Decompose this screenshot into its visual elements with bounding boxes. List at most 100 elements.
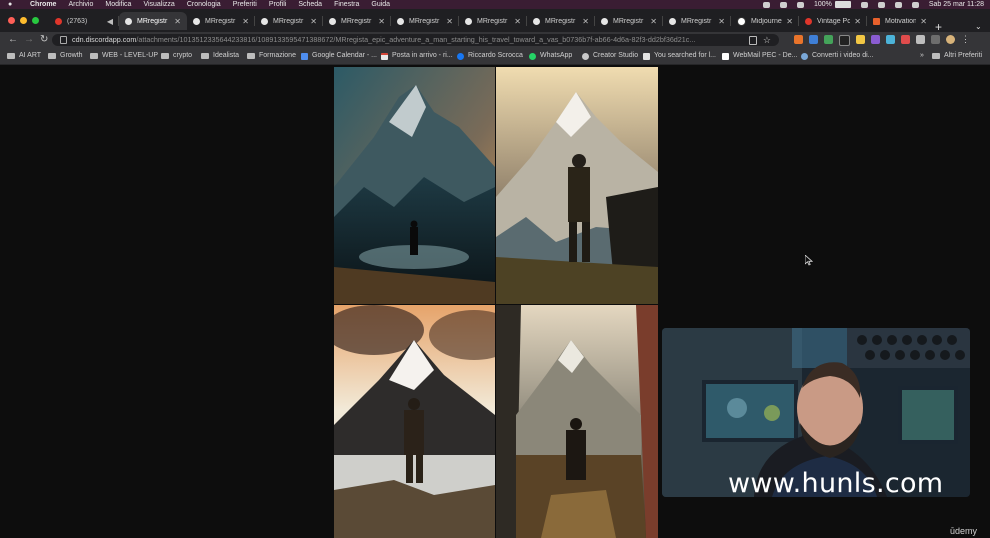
- tab-discord[interactable]: MRregistr ✕: [323, 12, 391, 30]
- control-center-icon[interactable]: [877, 1, 885, 8]
- siri-icon[interactable]: [911, 1, 919, 8]
- forward-arrow-icon[interactable]: →: [24, 34, 34, 46]
- menu-chrome[interactable]: Chrome: [30, 0, 56, 9]
- menu-preferiti[interactable]: Preferiti: [233, 0, 257, 9]
- puzzle-extensions-icon[interactable]: [916, 35, 925, 44]
- bookmark-ai-art[interactable]: AI ART: [7, 48, 41, 64]
- sidebar-icon[interactable]: [931, 35, 940, 44]
- apple-icon[interactable]: ●: [8, 0, 12, 9]
- profile-avatar[interactable]: [946, 35, 955, 44]
- motivation-icon: [873, 17, 880, 25]
- chrome-menu-icon[interactable]: ⋮: [961, 35, 970, 44]
- close-tab-icon[interactable]: ✕: [514, 17, 521, 26]
- tab-discord[interactable]: MRregistr ✕: [187, 12, 255, 30]
- close-tab-icon[interactable]: ✕: [582, 17, 589, 26]
- menu-scheda[interactable]: Scheda: [298, 0, 322, 9]
- tab-youtube[interactable]: Vintage Po ✕: [799, 12, 867, 30]
- bookmark-google-calendar[interactable]: Google Calendar - ...: [301, 48, 377, 64]
- tab-label: Motivation: [885, 17, 917, 25]
- address-bar[interactable]: cdn.discordapp.com/attachments/101351233…: [52, 34, 779, 46]
- extension-icon[interactable]: [794, 35, 803, 44]
- close-tab-icon[interactable]: ✕: [174, 17, 181, 26]
- close-window-button[interactable]: [8, 17, 15, 24]
- tab-discord[interactable]: MRregistr ✕: [459, 12, 527, 30]
- menu-cronologia[interactable]: Cronologia: [187, 0, 221, 9]
- bookmark-creator-studio[interactable]: Creator Studio: [582, 48, 638, 64]
- tab-midjourney[interactable]: Midjourney ✕: [731, 12, 799, 30]
- midjourney-image-grid[interactable]: [334, 67, 658, 538]
- menu-visualizza[interactable]: Visualizza: [143, 0, 174, 9]
- bookmark-label: You searched for l...: [654, 52, 717, 59]
- extension-icon[interactable]: [901, 35, 910, 44]
- menu-archivio[interactable]: Archivio: [68, 0, 93, 9]
- bookmark-idealista[interactable]: Idealista: [201, 48, 239, 64]
- youtube-icon: [805, 17, 812, 25]
- menubar-clock[interactable]: Sab 25 mar 11:28: [929, 0, 984, 9]
- reload-icon[interactable]: ↻: [40, 34, 48, 46]
- zoom-window-button[interactable]: [32, 17, 39, 24]
- bookmark-gmail[interactable]: Posta in arrivo - ri...: [381, 48, 453, 64]
- tab-discord[interactable]: MRregistr ✕: [595, 12, 663, 30]
- wifi-icon[interactable]: [860, 1, 868, 8]
- close-tab-icon[interactable]: ◀: [107, 17, 113, 26]
- menu-guida[interactable]: Guida: [371, 0, 390, 9]
- tab-motivation[interactable]: Motivation ✕: [867, 12, 933, 30]
- bluetooth-icon[interactable]: [796, 1, 804, 8]
- menu-modifica[interactable]: Modifica: [105, 0, 131, 9]
- lock-icon[interactable]: [60, 36, 67, 44]
- grid-image-2: [496, 67, 658, 304]
- close-tab-icon[interactable]: ✕: [650, 17, 657, 26]
- bookmark-riccardo-scrocca[interactable]: Riccardo Scrocca: [457, 48, 523, 64]
- close-tab-icon[interactable]: ✕: [854, 17, 861, 26]
- bookmark-you-searched[interactable]: You searched for l...: [643, 48, 716, 64]
- extension-icon[interactable]: [856, 35, 865, 44]
- close-tab-icon[interactable]: ✕: [310, 17, 317, 26]
- url-text[interactable]: cdn.discordapp.com/attachments/101351233…: [72, 34, 772, 46]
- close-tab-icon[interactable]: ✕: [786, 17, 793, 26]
- bookmarks-overflow-button[interactable]: »: [920, 48, 924, 64]
- tab-discord[interactable]: MRregistr ✕: [527, 12, 595, 30]
- search-icon[interactable]: [894, 1, 902, 8]
- bookmark-label: WebMail PEC - De...: [733, 52, 798, 59]
- menubar-menus: Chrome Archivio Modifica Visualizza Cron…: [30, 0, 390, 9]
- tab-discord[interactable]: MRregistr ✕: [255, 12, 323, 30]
- extension-icon[interactable]: [871, 35, 880, 44]
- close-tab-icon[interactable]: ✕: [446, 17, 453, 26]
- bookmark-star-icon[interactable]: ☆: [763, 34, 771, 46]
- minimize-window-button[interactable]: [20, 17, 27, 24]
- menu-profili[interactable]: Profili: [269, 0, 287, 9]
- status-icon-2[interactable]: [779, 1, 787, 8]
- folder-icon: [247, 53, 255, 59]
- discord-icon: [465, 17, 472, 25]
- close-tab-icon[interactable]: ✕: [920, 17, 927, 26]
- bookmark-webmail-pec[interactable]: WebMail PEC - De...: [722, 48, 797, 64]
- bookmark-crypto[interactable]: crypto: [161, 48, 192, 64]
- tab-discord[interactable]: MRregistr ✕: [663, 12, 731, 30]
- bookmark-whatsapp[interactable]: WhatsApp: [529, 48, 572, 64]
- tab-search-chevron-icon[interactable]: ⌄: [975, 22, 982, 31]
- grid-image-3: [334, 305, 495, 538]
- close-tab-icon[interactable]: ✕: [378, 17, 385, 26]
- close-tab-icon[interactable]: ✕: [242, 17, 249, 26]
- battery-indicator[interactable]: 100%: [814, 0, 851, 9]
- close-tab-icon[interactable]: ✕: [718, 17, 725, 26]
- tab-list: (2763) ◀ MRregistr ✕ MRregistr ✕ MRregis…: [49, 12, 933, 30]
- tab-discord[interactable]: MRregistr ✕: [391, 12, 459, 30]
- bookmark-converti-video[interactable]: Converti i video di...: [801, 48, 873, 64]
- bookmark-formazione[interactable]: Formazione: [247, 48, 296, 64]
- tab-tiktok[interactable]: (2763) ◀: [49, 12, 119, 30]
- back-arrow-icon[interactable]: ←: [8, 34, 18, 46]
- menu-finestra[interactable]: Finestra: [334, 0, 359, 9]
- status-icon-1[interactable]: [762, 1, 770, 8]
- share-icon[interactable]: [749, 36, 757, 45]
- bookmark-web-level-up[interactable]: WEB - LEVEL-UP: [90, 48, 158, 64]
- extension-icon[interactable]: [824, 35, 833, 44]
- tab-discord-active[interactable]: MRregistr ✕: [119, 12, 187, 30]
- mouse-cursor-icon: [805, 255, 813, 266]
- bookmark-altri-preferiti[interactable]: Altri Preferiti: [932, 48, 982, 64]
- extension-icon[interactable]: [809, 35, 818, 44]
- bookmark-growth[interactable]: Growth: [48, 48, 83, 64]
- extension-icon[interactable]: [839, 35, 850, 46]
- extension-icon[interactable]: [886, 35, 895, 44]
- discord-icon: [261, 17, 268, 25]
